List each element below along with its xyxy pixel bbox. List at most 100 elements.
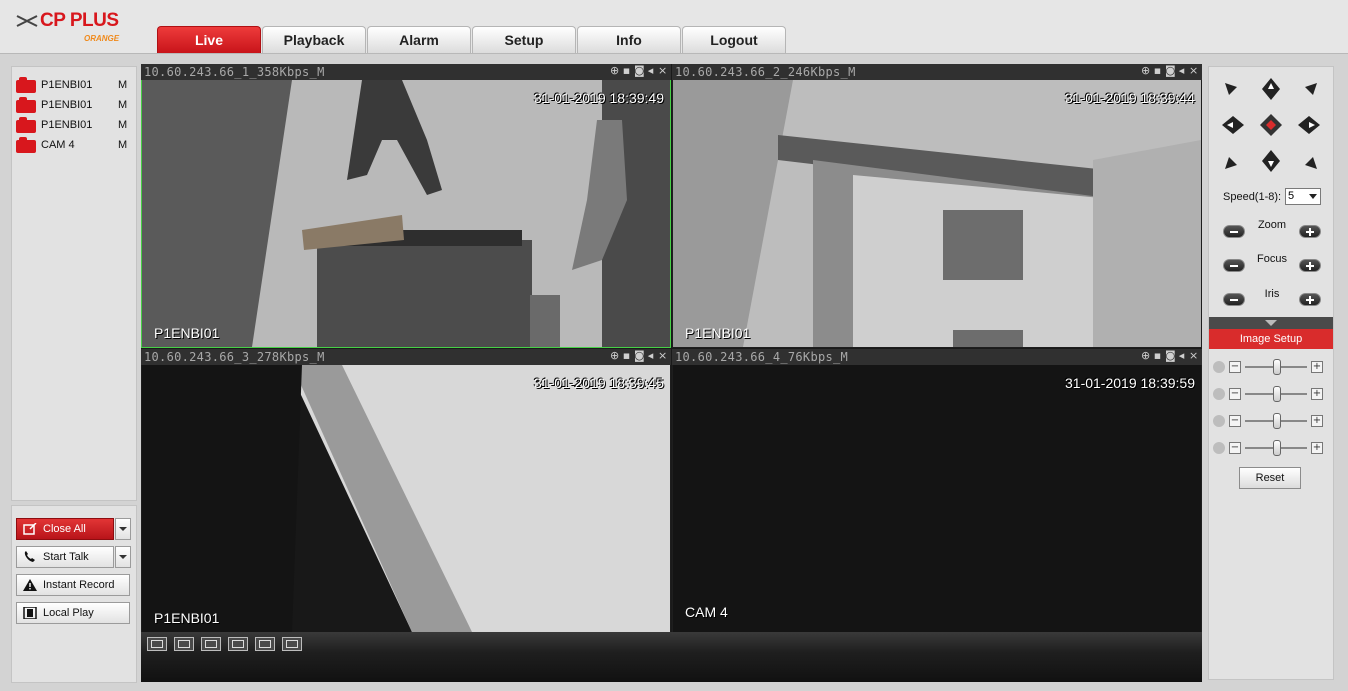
saturation-plus-button[interactable]: +	[1311, 415, 1323, 427]
audio-icon[interactable]: ◂	[1177, 65, 1186, 77]
camera-list-item[interactable]: P1ENBI01 M	[12, 115, 136, 135]
record-icon[interactable]: ▪	[1153, 65, 1162, 77]
video-feed: 31-01-2019 18:39:49 P1ENBI01	[142, 80, 670, 347]
close-icon[interactable]: ×	[1189, 65, 1198, 77]
layout-fit-icon[interactable]	[174, 637, 194, 651]
start-talk-button[interactable]: Start Talk	[16, 546, 114, 568]
tab-logout[interactable]: Logout	[682, 26, 786, 53]
close-icon[interactable]: ×	[658, 350, 667, 362]
camera-stream-mode[interactable]: M	[118, 99, 127, 111]
iris-plus-button[interactable]	[1299, 293, 1321, 306]
focus-plus-button[interactable]	[1299, 259, 1321, 272]
layout-quad-icon[interactable]	[282, 637, 302, 651]
pane-title-bar: 10.60.243.66_4_76Kbps_M ⊕ ▪ ◙ ◂ ×	[672, 349, 1202, 365]
pane-title-bar: 10.60.243.66_3_278Kbps_M ⊕ ▪ ◙ ◂ ×	[141, 349, 671, 365]
brand-name: CP PLUS	[40, 10, 119, 31]
pane-controls: ⊕ ▪ ◙ ◂ ×	[1141, 65, 1198, 77]
zoom-icon[interactable]: ⊕	[610, 350, 619, 362]
layout-hd-icon[interactable]	[147, 637, 167, 651]
ptz-left-button[interactable]	[1221, 113, 1245, 137]
record-icon[interactable]: ▪	[622, 65, 631, 77]
brightness-plus-button[interactable]: +	[1311, 361, 1323, 373]
pane-osd-label: P1ENBI01	[154, 325, 220, 341]
snapshot-icon[interactable]: ◙	[1165, 350, 1176, 362]
ptz-center-button[interactable]	[1259, 113, 1283, 137]
layout-single-icon[interactable]	[255, 637, 275, 651]
tab-info[interactable]: Info	[577, 26, 681, 53]
zoom-icon[interactable]: ⊕	[610, 65, 619, 77]
layout-toolbar	[141, 632, 1202, 682]
video-grid: 10.60.243.66_1_358Kbps_M ⊕ ▪ ◙ ◂ × 31-01…	[141, 64, 1202, 633]
zoom-in-button[interactable]	[1299, 225, 1321, 238]
live-actions-panel: Close All Start Talk Instant Record Loca…	[11, 505, 137, 683]
brightness-slider: − +	[1211, 359, 1331, 375]
speed-select[interactable]: 5	[1285, 188, 1321, 205]
audio-icon[interactable]: ◂	[1177, 350, 1186, 362]
zoom-icon[interactable]: ⊕	[1141, 350, 1150, 362]
tab-alarm[interactable]: Alarm	[367, 26, 471, 53]
video-pane-2[interactable]: 10.60.243.66_2_246Kbps_M ⊕ ▪ ◙ ◂ × 31-01…	[672, 64, 1202, 348]
saturation-thumb[interactable]	[1273, 413, 1281, 429]
tab-live[interactable]: Live	[157, 26, 261, 53]
camera-stream-mode[interactable]: M	[118, 119, 127, 131]
pane-timestamp: 31-01-2019 18:39:59	[1065, 375, 1195, 391]
zoom-icon[interactable]: ⊕	[1141, 65, 1150, 77]
local-play-label: Local Play	[43, 607, 94, 619]
saturation-slider: − +	[1211, 413, 1331, 429]
audio-icon[interactable]: ◂	[646, 65, 655, 77]
camera-stream-mode[interactable]: M	[118, 139, 127, 151]
pane-title: 10.60.243.66_2_246Kbps_M	[675, 65, 856, 79]
close-icon[interactable]: ×	[1189, 350, 1198, 362]
camera-list-item[interactable]: CAM 4 M	[12, 135, 136, 155]
snapshot-icon[interactable]: ◙	[634, 65, 645, 77]
camera-list-item[interactable]: P1ENBI01 M	[12, 75, 136, 95]
record-icon[interactable]: ▪	[1153, 350, 1162, 362]
pane-title: 10.60.243.66_3_278Kbps_M	[144, 350, 325, 364]
saturation-minus-button[interactable]: −	[1229, 415, 1241, 427]
hue-minus-button[interactable]: −	[1229, 442, 1241, 454]
video-pane-4[interactable]: 10.60.243.66_4_76Kbps_M ⊕ ▪ ◙ ◂ × 31-01-…	[672, 349, 1202, 633]
close-all-dropdown[interactable]	[115, 518, 131, 540]
ptz-down-left-button[interactable]	[1221, 149, 1245, 173]
contrast-plus-button[interactable]: +	[1311, 388, 1323, 400]
hue-slider: − +	[1211, 440, 1331, 456]
tab-setup[interactable]: Setup	[472, 26, 576, 53]
layout-wide-icon[interactable]	[228, 637, 248, 651]
ptz-down-button[interactable]	[1259, 149, 1283, 173]
start-talk-dropdown[interactable]	[115, 546, 131, 568]
ptz-up-right-button[interactable]	[1297, 79, 1321, 103]
fullscreen-icon[interactable]	[201, 637, 221, 651]
ptz-down-right-button[interactable]	[1297, 149, 1321, 173]
instant-record-label: Instant Record	[43, 579, 115, 591]
ptz-up-left-button[interactable]	[1221, 79, 1245, 103]
snapshot-icon[interactable]: ◙	[634, 350, 645, 362]
snapshot-icon[interactable]: ◙	[1165, 65, 1176, 77]
instant-record-button[interactable]: Instant Record	[16, 574, 130, 596]
brightness-minus-button[interactable]: −	[1229, 361, 1241, 373]
tab-playback[interactable]: Playback	[262, 26, 366, 53]
camera-label: P1ENBI01	[41, 99, 93, 111]
camera-icon	[16, 77, 36, 93]
contrast-thumb[interactable]	[1273, 386, 1281, 402]
close-all-button[interactable]: Close All	[16, 518, 114, 540]
collapse-ptz-toggle[interactable]	[1209, 317, 1333, 329]
ptz-right-button[interactable]	[1297, 113, 1321, 137]
pane-timestamp: 31-01-2019 18:39:44	[1065, 90, 1195, 106]
camera-stream-mode[interactable]: M	[118, 79, 127, 91]
contrast-minus-button[interactable]: −	[1229, 388, 1241, 400]
audio-icon[interactable]: ◂	[646, 350, 655, 362]
close-icon[interactable]: ×	[658, 65, 667, 77]
ptz-up-button[interactable]	[1259, 77, 1283, 101]
camera-label: P1ENBI01	[41, 119, 93, 131]
local-play-button[interactable]: Local Play	[16, 602, 130, 624]
ptz-panel: Speed(1-8): 5 Zoom Focus Iris Image Setu…	[1208, 66, 1334, 680]
hue-thumb[interactable]	[1273, 440, 1281, 456]
camera-list-item[interactable]: P1ENBI01 M	[12, 95, 136, 115]
reset-button[interactable]: Reset	[1239, 467, 1301, 489]
brightness-thumb[interactable]	[1273, 359, 1281, 375]
pane-controls: ⊕ ▪ ◙ ◂ ×	[1141, 350, 1198, 362]
video-pane-3[interactable]: 10.60.243.66_3_278Kbps_M ⊕ ▪ ◙ ◂ × 31-01…	[141, 349, 671, 633]
record-icon[interactable]: ▪	[622, 350, 631, 362]
hue-plus-button[interactable]: +	[1311, 442, 1323, 454]
video-pane-1[interactable]: 10.60.243.66_1_358Kbps_M ⊕ ▪ ◙ ◂ × 31-01…	[141, 64, 671, 348]
